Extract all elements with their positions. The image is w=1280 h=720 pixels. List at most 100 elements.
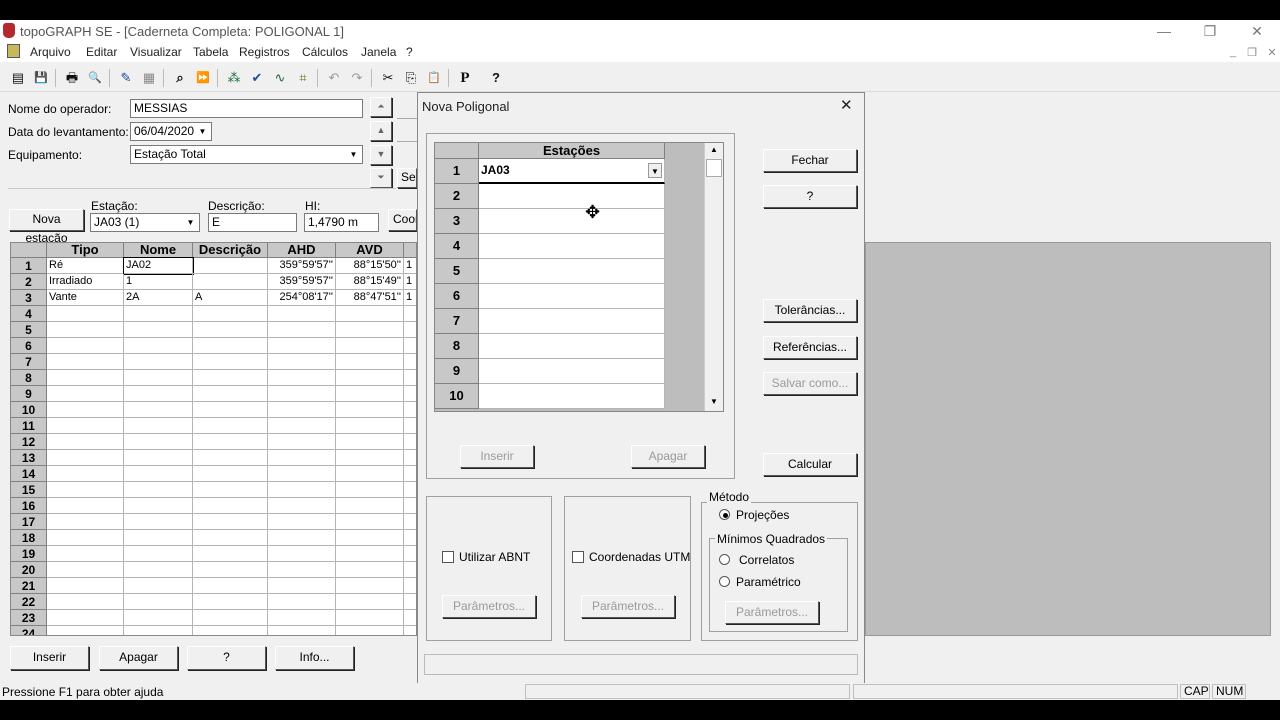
table-cell[interactable]: 2A	[124, 290, 193, 306]
row-number[interactable]: 6	[11, 338, 47, 354]
close-button[interactable]: ✕	[1234, 20, 1280, 42]
cut-icon[interactable]: ✂	[378, 68, 398, 88]
table-cell[interactable]	[336, 578, 404, 594]
menu-arquivo[interactable]: Arquivo	[30, 45, 71, 59]
table-cell[interactable]	[47, 594, 124, 610]
table-cell[interactable]	[404, 498, 416, 514]
table-cell[interactable]	[193, 578, 268, 594]
row-number[interactable]: 24	[11, 626, 47, 635]
station-cell[interactable]	[479, 309, 665, 334]
table-cell[interactable]	[193, 530, 268, 546]
table-cell[interactable]	[404, 450, 416, 466]
table-cell[interactable]	[404, 594, 416, 610]
dialog-help-button[interactable]: ?	[763, 185, 857, 208]
table-cell[interactable]	[268, 594, 336, 610]
table-cell[interactable]	[268, 514, 336, 530]
table-cell[interactable]	[336, 402, 404, 418]
table-cell[interactable]	[193, 386, 268, 402]
table-cell[interactable]	[47, 530, 124, 546]
table-cell[interactable]	[336, 370, 404, 386]
print-icon[interactable]: 🖶	[62, 68, 82, 88]
table-cell[interactable]	[193, 402, 268, 418]
referencias-button[interactable]: Referências...	[763, 336, 857, 359]
dialog-close-icon[interactable]: ✕	[840, 96, 853, 114]
copy-icon[interactable]: ⎘	[401, 68, 421, 88]
table-cell[interactable]	[268, 498, 336, 514]
mdi-minimize-button[interactable]: _	[1225, 46, 1241, 58]
table-cell[interactable]	[124, 338, 193, 354]
table-cell[interactable]	[336, 466, 404, 482]
row-number[interactable]: 16	[11, 498, 47, 514]
table-cell[interactable]	[268, 434, 336, 450]
nav-first-button[interactable]: ⏶	[370, 97, 392, 117]
table-cell[interactable]	[336, 514, 404, 530]
row-number[interactable]: 10	[11, 402, 47, 418]
info-button[interactable]: Info...	[275, 646, 354, 670]
table-cell[interactable]	[268, 370, 336, 386]
abnt-checkbox[interactable]	[442, 551, 454, 563]
table-cell[interactable]	[193, 610, 268, 626]
table-cell[interactable]	[124, 594, 193, 610]
table-cell[interactable]	[268, 306, 336, 322]
station-cell[interactable]	[479, 184, 665, 209]
table-cell[interactable]	[124, 434, 193, 450]
table-cell[interactable]	[193, 418, 268, 434]
description-field[interactable]: E	[208, 213, 297, 232]
table-cell[interactable]	[268, 386, 336, 402]
table-cell[interactable]	[47, 578, 124, 594]
column-header[interactable]: AVD	[336, 243, 404, 258]
correlatos-radio[interactable]	[719, 554, 730, 565]
table-cell[interactable]	[404, 514, 416, 530]
nav-up-button[interactable]: ▲	[370, 121, 392, 141]
table-cell[interactable]	[47, 322, 124, 338]
station-cell[interactable]	[479, 209, 665, 234]
table-cell[interactable]	[124, 466, 193, 482]
coordinates-button-partial[interactable]: Coor	[388, 209, 417, 231]
station-row-number[interactable]: 10	[435, 384, 479, 409]
table-cell[interactable]	[124, 498, 193, 514]
station-select[interactable]: JA03 (1) ▼	[90, 213, 200, 232]
chevron-down-icon[interactable]: ▼	[347, 148, 360, 161]
method-params-button[interactable]: Parâmetros...	[725, 601, 819, 624]
row-number[interactable]: 2	[11, 274, 47, 290]
table-cell[interactable]	[124, 450, 193, 466]
check-icon[interactable]: ✔	[247, 68, 267, 88]
table-cell[interactable]: JA02	[123, 257, 194, 275]
table-cell[interactable]	[47, 466, 124, 482]
table-cell[interactable]	[404, 370, 416, 386]
table-cell[interactable]	[336, 354, 404, 370]
table-cell[interactable]	[268, 450, 336, 466]
row-number[interactable]: 13	[11, 450, 47, 466]
minimize-button[interactable]: —	[1141, 20, 1187, 42]
table-cell[interactable]	[268, 578, 336, 594]
table-cell[interactable]	[336, 306, 404, 322]
station-cell[interactable]: JA03	[479, 159, 665, 184]
dialog-delete-button[interactable]: Apagar	[631, 445, 705, 468]
points-icon[interactable]: ⁂	[224, 68, 244, 88]
table-cell[interactable]	[404, 322, 416, 338]
station-row-number[interactable]: 2	[435, 184, 479, 209]
table-cell[interactable]	[336, 386, 404, 402]
row-number[interactable]: 5	[11, 322, 47, 338]
table-cell[interactable]	[336, 594, 404, 610]
table-cell[interactable]	[124, 530, 193, 546]
help-icon[interactable]: ?	[486, 68, 506, 88]
menu-tabela[interactable]: Tabela	[193, 45, 228, 59]
table-cell[interactable]	[124, 482, 193, 498]
table-cell[interactable]	[336, 610, 404, 626]
table-cell[interactable]	[124, 386, 193, 402]
scroll-up-icon[interactable]: ▲	[710, 145, 718, 154]
delete-button[interactable]: Apagar	[99, 646, 178, 670]
station-row-number[interactable]: 8	[435, 334, 479, 359]
station-row-number[interactable]: 9	[435, 359, 479, 384]
row-number[interactable]: 17	[11, 514, 47, 530]
table-cell[interactable]	[47, 546, 124, 562]
table-cell[interactable]	[47, 418, 124, 434]
station-row-number[interactable]: 7	[435, 309, 479, 334]
table-cell[interactable]	[336, 498, 404, 514]
projecoes-radio[interactable]	[719, 509, 730, 520]
table-cell[interactable]	[47, 514, 124, 530]
station-row-number[interactable]: 1	[435, 159, 479, 184]
operator-field[interactable]: MESSIAS	[130, 99, 363, 118]
station-cell[interactable]	[479, 334, 665, 359]
